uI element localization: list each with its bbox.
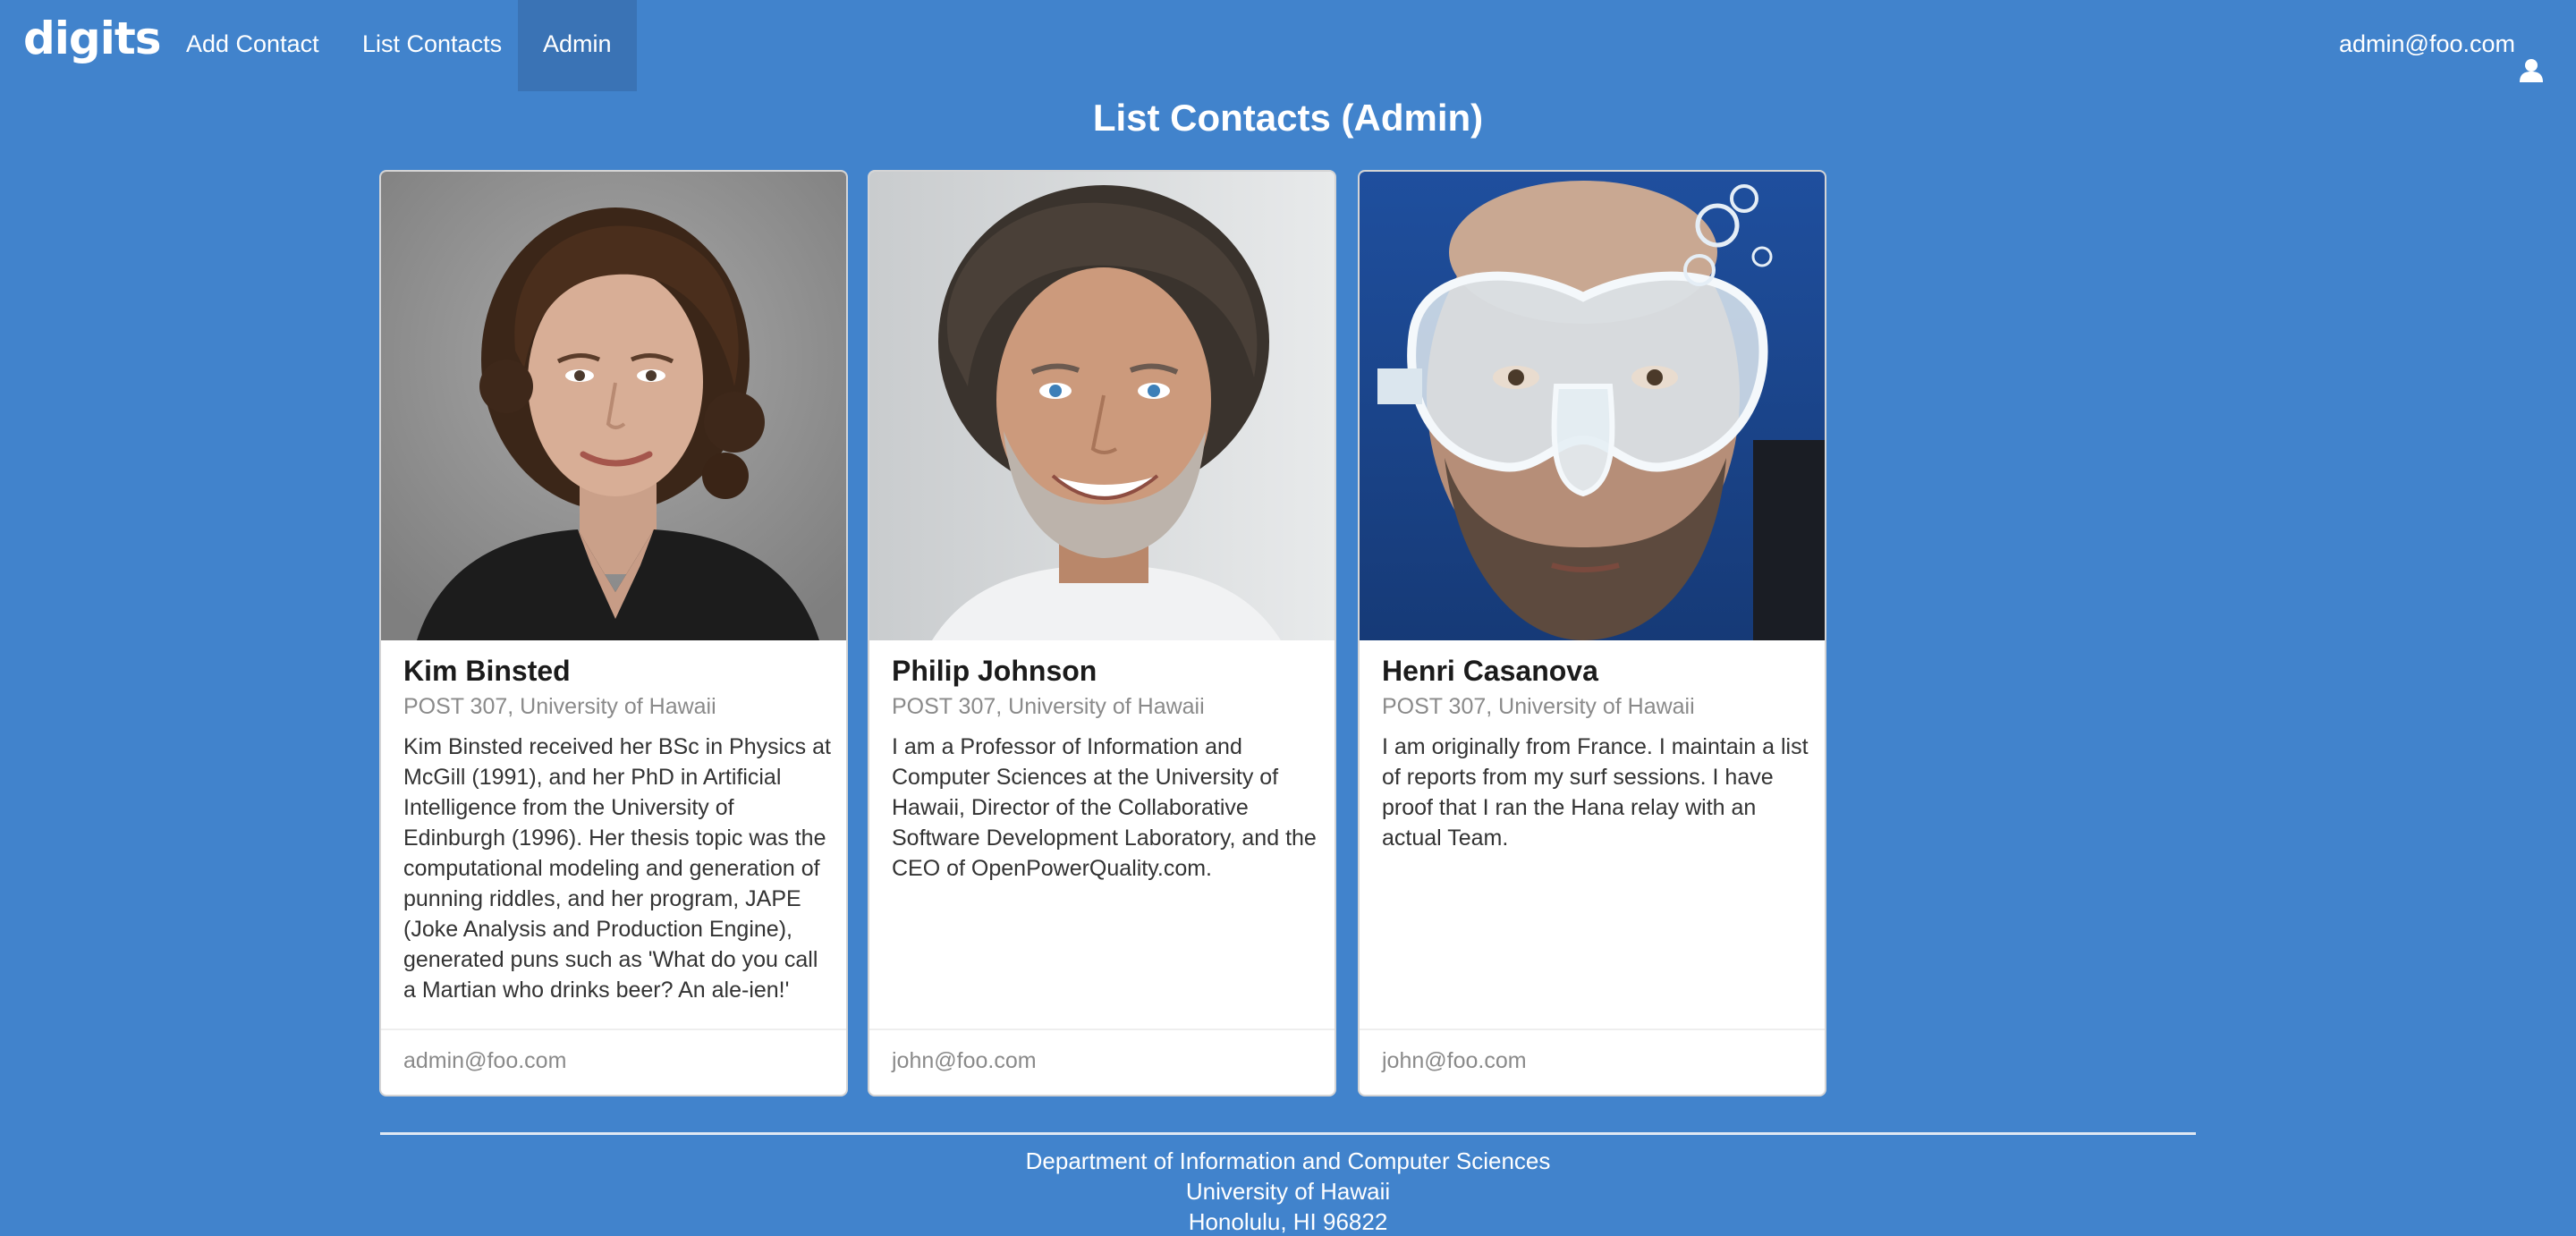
contact-photo <box>1360 172 1825 640</box>
user-menu[interactable]: admin@foo.com <box>2339 0 2544 88</box>
nav-add-contact[interactable]: Add Contact <box>161 0 344 91</box>
contact-card: Philip Johnson POST 307, University of H… <box>868 170 1336 1096</box>
contact-description: I am originally from France. I maintain … <box>1382 734 1809 851</box>
card-footer: john@foo.com <box>869 1029 1335 1095</box>
contact-photo <box>381 172 846 640</box>
contact-owner: john@foo.com <box>892 1048 1037 1073</box>
contact-address: POST 307, University of Hawaii <box>1382 694 1695 719</box>
contact-description: I am a Professor of Information and Comp… <box>892 734 1317 881</box>
footer-university: University of Hawaii <box>1185 1178 1391 1205</box>
contact-card: Kim Binsted POST 307, University of Hawa… <box>379 170 848 1096</box>
footer-department: Department of Information and Computer S… <box>1025 1147 1551 1174</box>
contact-address: POST 307, University of Hawaii <box>892 694 1205 719</box>
top-navbar: digits Add Contact List Contacts Admin a… <box>0 0 2576 91</box>
nav-admin[interactable]: Admin <box>518 0 637 91</box>
contact-owner: john@foo.com <box>1382 1048 1527 1073</box>
contact-description: Kim Binsted received her BSc in Physics … <box>403 734 831 1003</box>
card-footer: john@foo.com <box>1360 1029 1825 1095</box>
user-email: admin@foo.com <box>2339 30 2515 57</box>
contact-card: Henri Casanova POST 307, University of H… <box>1358 170 1826 1096</box>
nav-list-contacts[interactable]: List Contacts <box>337 0 527 91</box>
footer-divider <box>380 1132 2196 1135</box>
card-footer: admin@foo.com <box>381 1029 846 1095</box>
contact-photo <box>869 172 1335 640</box>
page-title: List Contacts (Admin) <box>1092 97 1484 139</box>
contact-name: Philip Johnson <box>892 655 1097 687</box>
contact-name: Henri Casanova <box>1382 655 1598 687</box>
digits-logo[interactable]: digits <box>23 13 162 64</box>
user-icon <box>2519 31 2544 82</box>
footer-address: Honolulu, HI 96822 <box>1188 1208 1388 1235</box>
contact-owner: admin@foo.com <box>403 1048 567 1073</box>
contact-address: POST 307, University of Hawaii <box>403 694 716 719</box>
contact-name: Kim Binsted <box>403 655 571 687</box>
